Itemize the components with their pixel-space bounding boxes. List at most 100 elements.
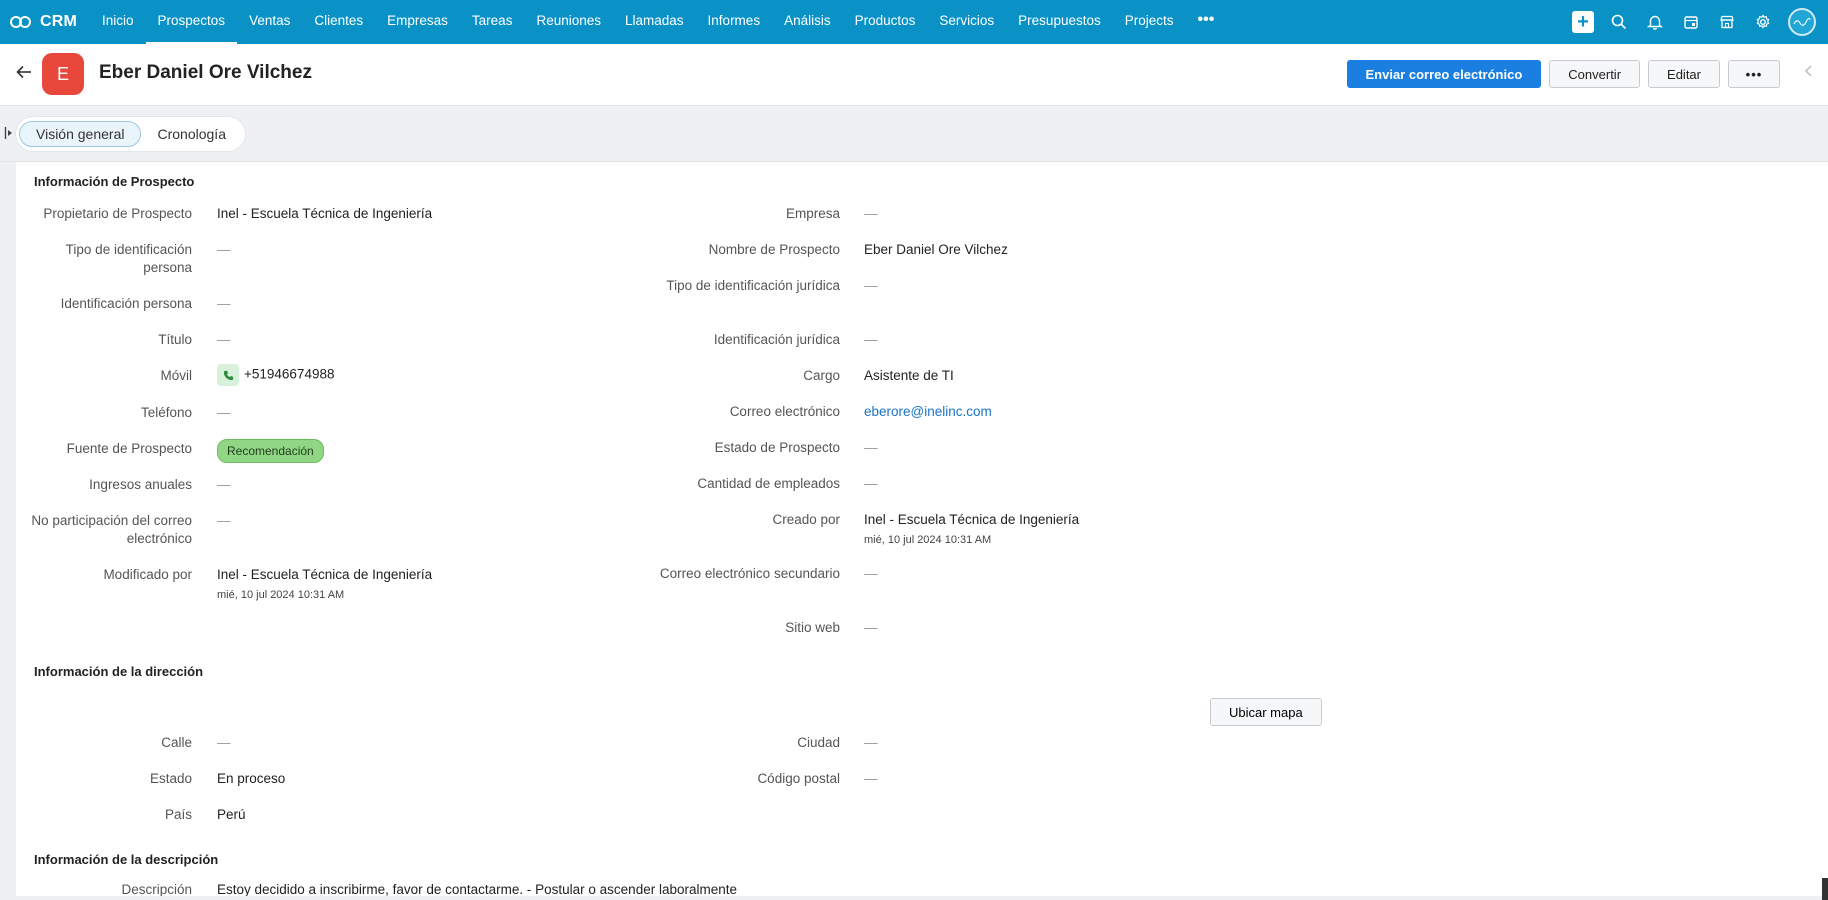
created-by-value: Inel - Escuela Técnica de Ingeniería mié… [864, 511, 1079, 549]
field-label: Identificación persona [60, 296, 192, 311]
lead-source-value: Recomendación [217, 439, 324, 463]
back-arrow-icon[interactable] [16, 62, 32, 85]
top-navigation-bar: CRM Inicio Prospectos Ventas Clientes Em… [0, 0, 1828, 44]
nav-item-projects[interactable]: Projects [1113, 0, 1186, 44]
field-label: Tipo de identificación persona [65, 242, 192, 275]
record-tabs-bar: Visión general Cronología [0, 106, 1828, 162]
field-value: — [864, 735, 878, 750]
phone-icon[interactable] [217, 364, 239, 386]
prospect-name-value: Eber Daniel Ore Vilchez [864, 242, 1008, 257]
sidebar-toggle-icon[interactable] [4, 126, 14, 142]
nav-item-prospectos[interactable]: Prospectos [145, 0, 238, 44]
mobile-number[interactable]: +51946674988 [244, 367, 334, 382]
crm-logo-icon [10, 15, 32, 29]
tab-timeline[interactable]: Cronología [141, 121, 242, 147]
user-avatar[interactable] [1788, 8, 1816, 36]
record-actions: Enviar correo electrónico Convertir Edit… [1346, 60, 1780, 88]
send-email-button[interactable]: Enviar correo electrónico [1346, 60, 1542, 88]
nav-item-inicio[interactable]: Inicio [90, 0, 146, 44]
bell-icon[interactable] [1644, 11, 1666, 33]
field-label: Tipo de identificación jurídica [666, 278, 840, 293]
nav-item-empresas[interactable]: Empresas [375, 0, 460, 44]
field-label: Estado de Prospecto [714, 440, 840, 455]
state-value: En proceso [217, 771, 286, 786]
field-value: — [217, 513, 231, 528]
field-label: Nombre de Prospecto [708, 242, 840, 257]
plus-icon[interactable]: + [1572, 11, 1594, 33]
field-label: Identificación jurídica [713, 332, 840, 347]
nav-utilities: + [1572, 0, 1816, 44]
field-label: Propietario de Prospecto [43, 206, 192, 221]
field-value: — [864, 206, 878, 221]
owner-value[interactable]: Inel - Escuela Técnica de Ingeniería [217, 205, 432, 223]
field-label: Cantidad de empleados [697, 476, 840, 491]
field-value: — [217, 477, 231, 492]
field-label: Correo electrónico secundario [659, 566, 840, 581]
brand-name: CRM [40, 13, 78, 30]
field-value: — [217, 735, 231, 750]
nav-item-tareas[interactable]: Tareas [460, 0, 525, 44]
job-title-value: Asistente de TI [864, 368, 954, 383]
nav-item-ventas[interactable]: Ventas [237, 0, 302, 44]
tab-group: Visión general Cronología [16, 117, 245, 151]
field-value: — [864, 476, 878, 491]
field-label: Fuente de Prospecto [66, 441, 192, 456]
more-actions-button[interactable]: ••• [1728, 60, 1780, 88]
lead-source-badge: Recomendación [217, 439, 324, 463]
field-value: — [864, 332, 878, 347]
email-link[interactable]: eberore@inelinc.com [864, 403, 992, 421]
country-value: Perú [217, 807, 246, 822]
field-value: — [864, 771, 878, 786]
scrollbar-thumb[interactable] [1822, 878, 1828, 900]
more-modules-button[interactable]: ••• [1186, 0, 1227, 44]
field-value: — [217, 332, 231, 347]
crm-brand[interactable]: CRM [0, 13, 90, 31]
field-label: Título [158, 332, 192, 347]
field-label: Empresa [785, 206, 840, 221]
mobile-value: +51946674988 [217, 364, 334, 386]
convert-button[interactable]: Convertir [1549, 60, 1641, 88]
field-value: — [217, 296, 231, 311]
record-header: E Eber Daniel Ore Vilchez Enviar correo … [0, 44, 1828, 106]
nav-item-analisis[interactable]: Análisis [772, 0, 843, 44]
created-by-name[interactable]: Inel - Escuela Técnica de Ingeniería [864, 512, 1079, 527]
field-label: Teléfono [140, 405, 192, 420]
field-label: Móvil [160, 368, 192, 383]
field-label: Calle [161, 735, 192, 750]
field-label: Ciudad [797, 735, 840, 750]
search-icon[interactable] [1608, 11, 1630, 33]
field-value: — [217, 405, 231, 420]
edit-button[interactable]: Editar [1648, 60, 1720, 88]
calendar-icon[interactable] [1680, 11, 1702, 33]
nav-item-informes[interactable]: Informes [696, 0, 773, 44]
nav-item-reuniones[interactable]: Reuniones [524, 0, 613, 44]
field-value: — [864, 566, 878, 581]
field-value: — [864, 620, 878, 635]
field-label: Estado [149, 771, 192, 786]
nav-item-productos[interactable]: Productos [843, 0, 928, 44]
nav-item-servicios[interactable]: Servicios [927, 0, 1006, 44]
marketplace-icon[interactable] [1716, 11, 1738, 33]
chevron-left-icon[interactable] [1804, 64, 1814, 83]
locate-map-button[interactable]: Ubicar mapa [1210, 698, 1322, 726]
address-info-title: Información de la dirección [34, 664, 204, 679]
description-info-title: Información de la descripción [34, 852, 219, 867]
field-label: Ingresos anuales [89, 477, 192, 492]
nav-item-presupuestos[interactable]: Presupuestos [1006, 0, 1113, 44]
nav-item-llamadas[interactable]: Llamadas [613, 0, 696, 44]
record-avatar: E [42, 53, 84, 95]
field-label: Código postal [757, 771, 840, 786]
field-value: — [864, 278, 878, 293]
created-by-date: mié, 10 jul 2024 10:31 AM [864, 534, 992, 546]
left-gutter [0, 162, 16, 900]
prospect-info-title: Información de Prospecto [34, 174, 195, 189]
field-label: Cargo [803, 368, 840, 383]
tab-overview[interactable]: Visión general [19, 121, 142, 147]
gear-icon[interactable] [1752, 11, 1774, 33]
nav-item-clientes[interactable]: Clientes [302, 0, 375, 44]
field-label: Sitio web [785, 620, 840, 635]
field-label: Modificado por [103, 567, 192, 582]
field-label: Creado por [772, 512, 840, 527]
field-label: País [164, 807, 192, 822]
modified-by-name[interactable]: Inel - Escuela Técnica de Ingeniería [217, 567, 432, 582]
